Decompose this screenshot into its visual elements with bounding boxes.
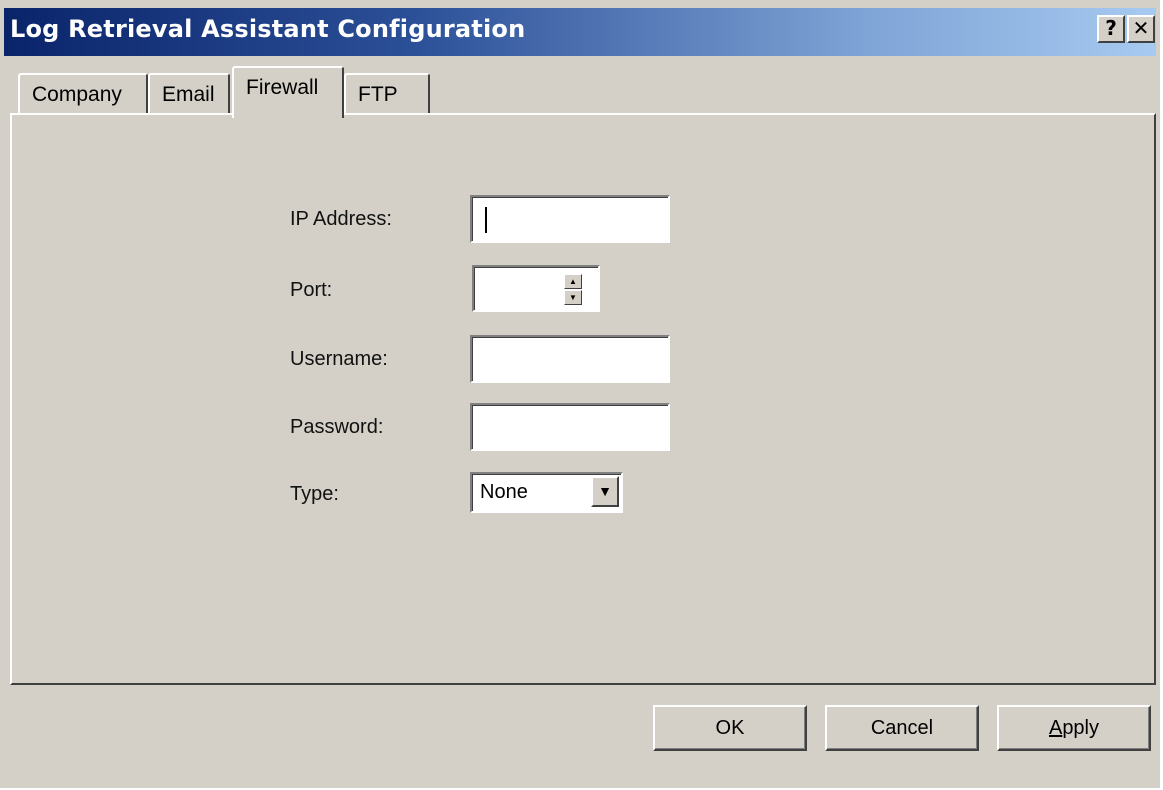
- firewall-panel: IP Address: Port: ▲ ▼ Username: Password…: [10, 113, 1156, 685]
- close-button[interactable]: ✕: [1127, 15, 1155, 43]
- close-icon: ✕: [1132, 16, 1150, 40]
- username-input[interactable]: [470, 335, 670, 383]
- port-label: Port:: [290, 279, 333, 301]
- username-label: Username:: [290, 348, 388, 370]
- port-spinner[interactable]: ▲ ▼: [472, 265, 600, 312]
- tab-email-label: Email: [162, 83, 215, 106]
- apply-button[interactable]: Apply: [997, 705, 1151, 751]
- tab-company[interactable]: Company: [18, 73, 148, 115]
- password-label: Password:: [290, 416, 384, 438]
- password-input[interactable]: [470, 403, 670, 451]
- tab-company-label: Company: [32, 83, 122, 106]
- help-button[interactable]: ?: [1097, 15, 1125, 43]
- dropdown-arrow-icon: ▼: [598, 483, 612, 499]
- apply-button-label: pply: [1062, 717, 1100, 739]
- tab-ftp[interactable]: FTP: [344, 73, 430, 115]
- dialog-window: Log Retrieval Assistant Configuration ? …: [0, 0, 1160, 788]
- tab-firewall[interactable]: Firewall: [232, 66, 344, 118]
- help-icon: ?: [1105, 16, 1117, 40]
- ok-button[interactable]: OK: [653, 705, 807, 751]
- ok-button-label: OK: [715, 717, 745, 739]
- title-bar[interactable]: Log Retrieval Assistant Configuration ? …: [0, 0, 1160, 66]
- tab-firewall-label: Firewall: [246, 76, 319, 99]
- cancel-button[interactable]: Cancel: [825, 705, 979, 751]
- spin-up-icon: ▲: [569, 277, 577, 286]
- type-label: Type:: [290, 483, 339, 505]
- text-caret: [485, 207, 487, 233]
- cancel-button-label: Cancel: [870, 717, 934, 739]
- type-selected-value: None: [480, 481, 528, 503]
- port-increment-button[interactable]: ▲: [564, 274, 582, 289]
- apply-mnemonic: A: [1048, 717, 1063, 739]
- type-select[interactable]: None ▼: [470, 472, 623, 513]
- ip-address-label: IP Address:: [290, 208, 392, 230]
- type-dropdown-button[interactable]: ▼: [591, 476, 619, 507]
- spin-down-icon: ▼: [569, 293, 577, 302]
- tab-email[interactable]: Email: [148, 73, 230, 115]
- port-decrement-button[interactable]: ▼: [564, 290, 582, 305]
- tab-ftp-label: FTP: [358, 83, 398, 106]
- ip-address-input[interactable]: [470, 195, 670, 243]
- window-title: Log Retrieval Assistant Configuration: [10, 15, 526, 43]
